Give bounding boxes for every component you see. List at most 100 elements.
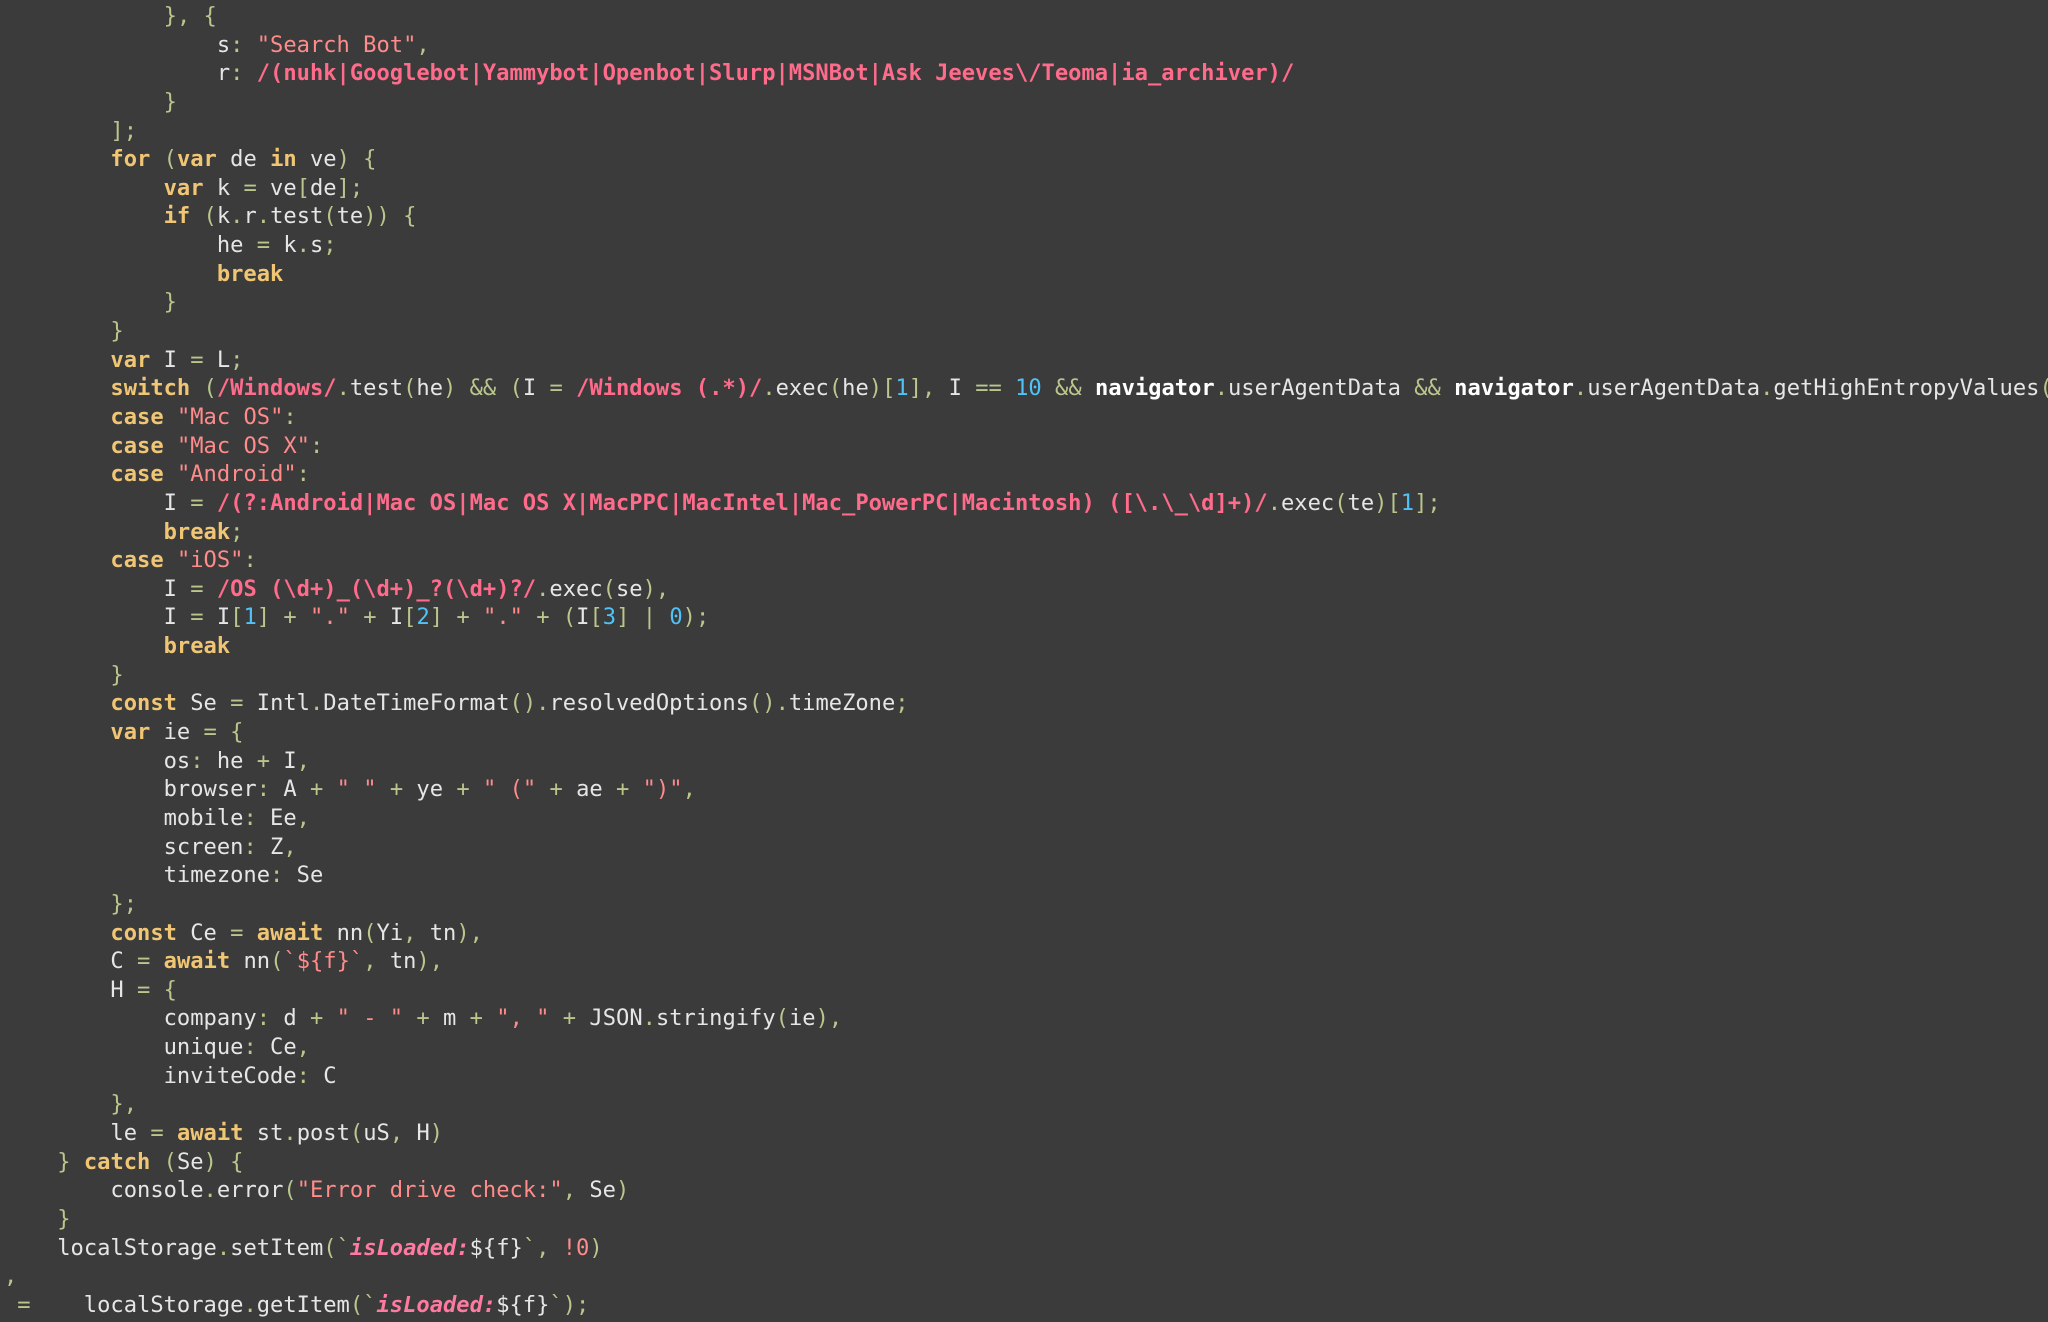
code-line[interactable]: , [4, 1262, 2048, 1291]
code-line[interactable]: localStorage.setItem(`isLoaded:${f}`, !0… [4, 1234, 2048, 1263]
code-token: ")" [642, 776, 683, 803]
code-token: + [456, 776, 470, 803]
code-token: (["p [2039, 375, 2048, 401]
code-line[interactable]: = localStorage.getItem(`isLoaded:${f}`); [4, 1291, 2048, 1320]
code-token: = [203, 719, 217, 746]
code-line[interactable]: } [4, 317, 2048, 346]
code-line[interactable]: }; [4, 890, 2048, 919]
code-token: + [256, 747, 271, 774]
code-token: + [309, 776, 324, 803]
code-line[interactable]: I = /(?:Android|Mac OS|Mac OS X|MacPPC|M… [4, 489, 2048, 518]
code-token: isLoaded: [349, 1234, 470, 1261]
code-line[interactable]: }, { [4, 2, 2048, 31]
code-line[interactable]: he = k.s; [4, 231, 2048, 260]
code-token: )[ [868, 375, 896, 402]
code-line[interactable]: case "iOS": [4, 546, 2048, 575]
code-token: = [150, 1119, 164, 1146]
code-line[interactable]: I = /OS (\d+)_(\d+)_?(\d+)?/.exec(se), [4, 575, 2048, 604]
code-token: error [216, 1177, 284, 1204]
code-token: exec [549, 575, 603, 602]
code-line[interactable]: screen: Z, [4, 833, 2048, 862]
code-token: : [309, 432, 324, 459]
code-line[interactable]: break [4, 260, 2048, 289]
code-line[interactable]: break [4, 632, 2048, 661]
code-token: const [110, 919, 177, 946]
code-token: var [163, 174, 204, 201]
code-token: /Windows (.*)/ [576, 375, 763, 402]
code-token: ${f} [496, 1291, 550, 1318]
code-line[interactable]: }, [4, 1090, 2048, 1119]
code-token: : [270, 862, 297, 889]
code-line[interactable]: break; [4, 518, 2048, 547]
code-line[interactable]: H = { [4, 976, 2048, 1005]
code-line[interactable]: s: "Search Bot", [4, 31, 2048, 60]
code-token: var [110, 346, 151, 373]
code-token: he [416, 375, 444, 402]
code-token: setItem [230, 1234, 324, 1261]
code-line[interactable]: browser: A + " " + ye + " (" + ae + ")", [4, 775, 2048, 804]
code-token: he [216, 747, 257, 774]
code-line[interactable]: company: d + " - " + m + ", " + JSON.str… [4, 1004, 2048, 1033]
code-token: : [243, 1034, 271, 1061]
code-token: Se [176, 690, 231, 717]
code-token: . [296, 232, 310, 259]
code-line[interactable]: timezone: Se [4, 861, 2048, 890]
code-line[interactable]: I = I[1] + "." + I[2] + "." + (I[3] | 0)… [4, 603, 2048, 632]
code-line[interactable]: const Se = Intl.DateTimeFormat().resolve… [4, 689, 2048, 718]
code-token: ) [615, 1177, 630, 1204]
code-line[interactable]: } [4, 88, 2048, 117]
code-line[interactable]: inviteCode: C [4, 1062, 2048, 1091]
code-editor[interactable]: }, { s: "Search Bot", r: /(nuhk|Googlebo… [0, 0, 2048, 1322]
code-token: } [163, 88, 177, 115]
code-token: = [4, 1291, 44, 1318]
code-token: I [163, 575, 191, 602]
code-line[interactable]: case "Mac OS X": [4, 432, 2048, 461]
code-line[interactable]: unique: Ce, [4, 1033, 2048, 1062]
code-line[interactable]: if (k.r.test(te)) { [4, 202, 2048, 231]
code-line[interactable]: case "Mac OS": [4, 403, 2048, 432]
code-token: == [975, 375, 1002, 402]
code-line[interactable]: le = await st.post(uS, H) [4, 1119, 2048, 1148]
code-line[interactable]: } [4, 288, 2048, 317]
code-line[interactable]: C = await nn(`${f}`, tn), [4, 947, 2048, 976]
code-line[interactable]: mobile: Ee, [4, 804, 2048, 833]
code-line[interactable]: for (var de in ve) { [4, 145, 2048, 174]
code-line[interactable]: var I = L; [4, 346, 2048, 375]
code-token: m [429, 1005, 470, 1032]
code-line[interactable]: } [4, 661, 2048, 690]
code-token: const [110, 690, 177, 717]
code-token: , [682, 776, 696, 803]
code-token: userAgentData [1587, 375, 1761, 402]
code-line[interactable]: ]; [4, 117, 2048, 146]
code-line[interactable]: var ie = { [4, 718, 2048, 747]
code-line[interactable]: case "Android": [4, 460, 2048, 489]
code-line[interactable]: os: he + I, [4, 747, 2048, 776]
code-line[interactable]: } catch (Se) { [4, 1148, 2048, 1177]
code-token: console [110, 1177, 204, 1204]
code-line[interactable]: const Ce = await nn(Yi, tn), [4, 919, 2048, 948]
code-token: { [150, 976, 177, 1003]
code-line[interactable]: var k = ve[de]; [4, 174, 2048, 203]
code-content[interactable]: }, { s: "Search Bot", r: /(nuhk|Googlebo… [4, 2, 2048, 1319]
code-token: ( [323, 203, 337, 230]
code-token: . [256, 203, 271, 230]
code-line[interactable]: } [4, 1205, 2048, 1234]
code-token: ) [589, 1234, 603, 1261]
code-line[interactable]: r: /(nuhk|Googlebot|Yammybot|Openbot|Slu… [4, 59, 2048, 88]
code-line[interactable]: switch (/Windows/.test(he) && (I = /Wind… [4, 374, 2048, 403]
code-line[interactable]: console.error("Error drive check:", Se) [4, 1176, 2048, 1205]
code-token: ; [230, 346, 244, 373]
code-token: s [216, 31, 231, 58]
code-token: ], [908, 375, 949, 402]
code-token: . [283, 1119, 297, 1146]
